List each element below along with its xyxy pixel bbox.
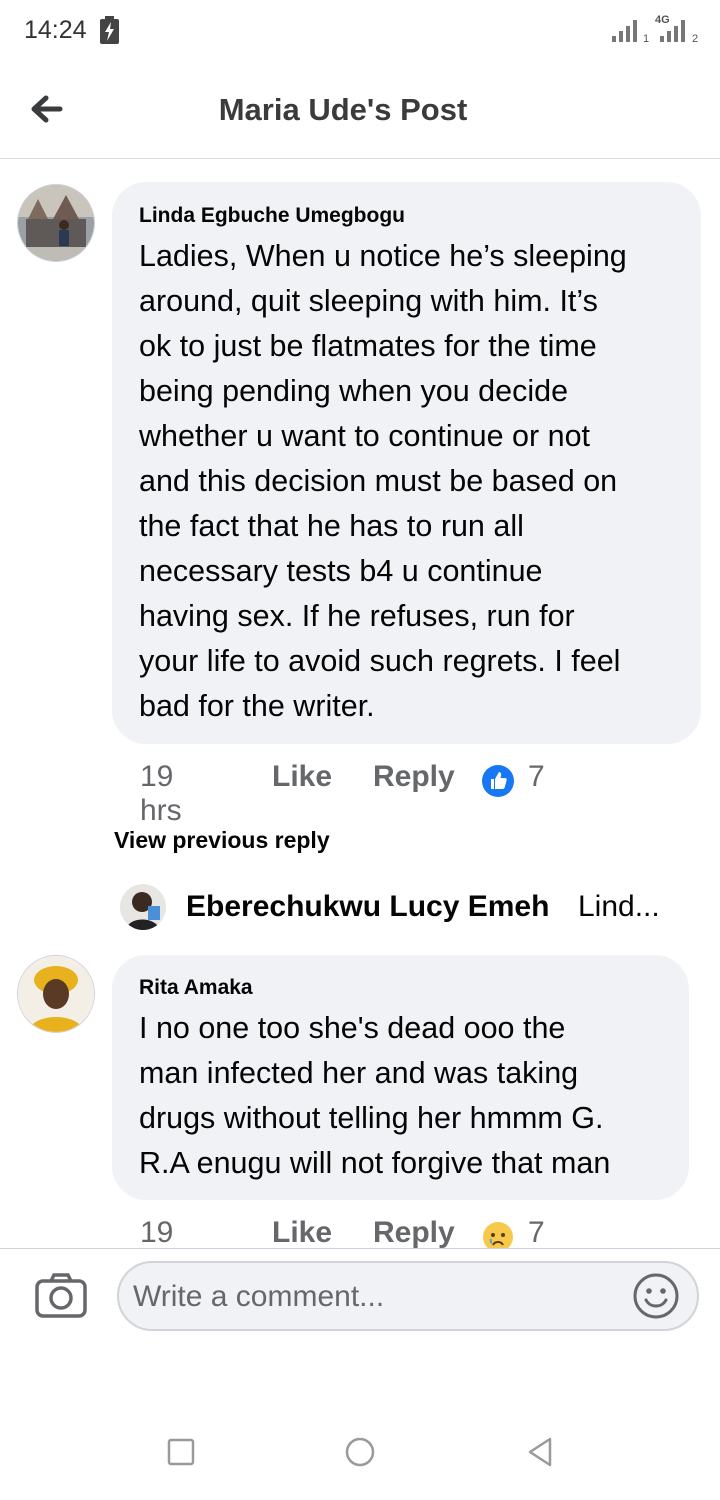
comment-text: I no one too she's dead ooo the man infe… (139, 1011, 611, 1180)
avatar[interactable] (17, 184, 95, 262)
reaction-count[interactable]: 7 (528, 1216, 545, 1250)
recents-icon[interactable] (165, 1436, 197, 1468)
sim1-label: 1 (643, 33, 650, 45)
reply-preview[interactable]: Eberechukwu Lucy Emeh Lind... (120, 884, 680, 932)
signal-sim1-icon (612, 20, 637, 42)
like-reaction-icon[interactable] (482, 765, 514, 797)
avatar[interactable] (17, 955, 95, 1033)
reply-author: Eberechukwu Lucy Emeh (186, 890, 550, 923)
reply-button[interactable]: Reply (373, 1216, 455, 1250)
sim2-label: 2 (692, 33, 699, 45)
emoji-icon[interactable] (631, 1271, 681, 1321)
status-bar: 14:24 1 4G 2 (0, 0, 720, 64)
comment-author[interactable]: Rita Amaka (139, 976, 253, 1000)
reply-button[interactable]: Reply (373, 760, 455, 794)
system-nav-bar (0, 1400, 720, 1500)
battery-charging-icon (100, 16, 119, 44)
like-button[interactable]: Like (272, 1216, 332, 1250)
back-triangle-icon[interactable] (524, 1436, 556, 1468)
comment-input-placeholder: Write a comment... (133, 1280, 385, 1313)
header: Maria Ude's Post (0, 64, 720, 159)
status-time: 14:24 (24, 16, 87, 44)
comment-author[interactable]: Linda Egbuche Umegbogu (139, 204, 405, 228)
signal-sim2-icon (660, 20, 685, 42)
camera-icon[interactable] (34, 1271, 88, 1319)
view-previous-reply-link[interactable]: View previous reply (114, 827, 330, 854)
like-button[interactable]: Like (272, 760, 332, 794)
comment-input[interactable]: Write a comment... (117, 1261, 699, 1331)
avatar (120, 884, 166, 930)
comment-composer: Write a comment... (0, 1248, 720, 1349)
reaction-count[interactable]: 7 (528, 760, 545, 794)
comment-time: 19 hrs (140, 760, 182, 827)
home-icon[interactable] (344, 1436, 376, 1468)
reply-snippet: Lind... (578, 890, 660, 923)
comment-text: Ladies, When u notice he’s sleeping arou… (139, 239, 627, 723)
comment-bubble[interactable]: Linda Egbuche Umegbogu Ladies, When u no… (112, 182, 701, 744)
comment-bubble[interactable]: Rita Amaka I no one too she's dead ooo t… (112, 955, 689, 1200)
page-title: Maria Ude's Post (218, 92, 468, 127)
